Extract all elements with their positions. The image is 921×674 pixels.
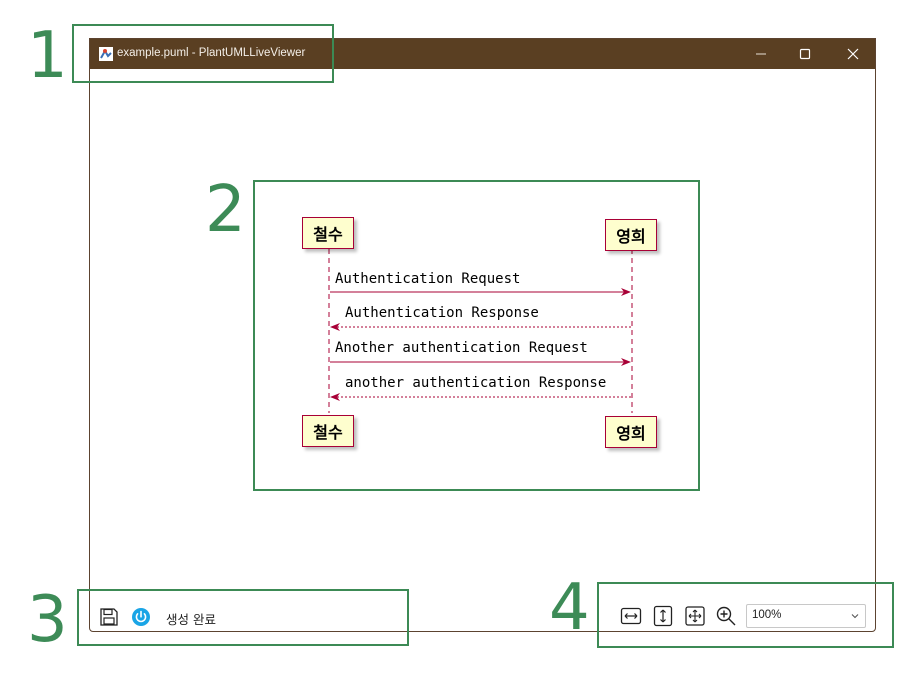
annotation-box-2 [253,180,700,491]
maximize-button[interactable] [782,39,828,69]
annotation-box-3 [77,589,409,646]
annotation-number-1: 1 [27,19,68,93]
close-button[interactable] [830,39,876,69]
close-icon [847,48,859,60]
annotation-box-4 [597,582,894,648]
maximize-icon [799,48,811,60]
annotation-box-1 [72,24,334,83]
annotation-number-3: 3 [27,583,68,657]
annotation-number-2: 2 [205,173,246,247]
minimize-icon [756,53,766,55]
annotation-number-4: 4 [549,571,590,645]
minimize-button[interactable] [738,39,784,69]
